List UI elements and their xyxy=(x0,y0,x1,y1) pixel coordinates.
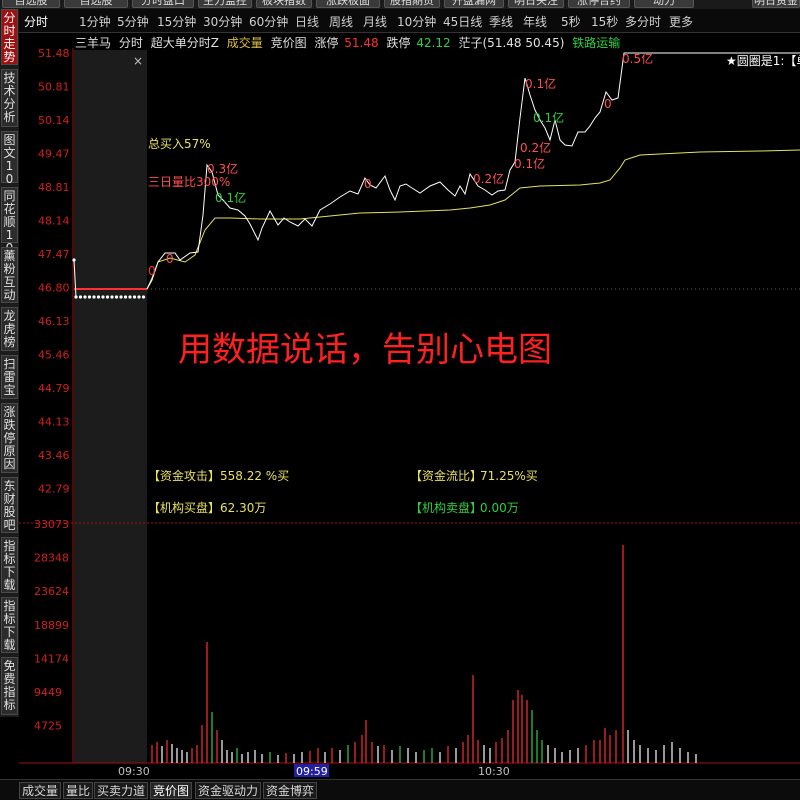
premarket-dot xyxy=(101,295,105,299)
time-label-0959: 09:59 xyxy=(296,765,328,778)
price-tick-label: 48.14 xyxy=(38,215,70,228)
event-marker: 0.5亿 xyxy=(622,51,653,66)
volume-axis: 33073 28348 23624 18899 14174 9449 4725 xyxy=(34,518,69,733)
price-tick-label: 43.46 xyxy=(38,449,70,462)
volume-ratio-annotation: 三日量比300% xyxy=(148,175,230,189)
event-marker: 0.1亿 xyxy=(533,110,564,125)
premarket-dot xyxy=(92,295,96,299)
price-tick-label: 50.81 xyxy=(38,81,70,94)
tab-buy-sell-power[interactable]: 买卖力道 xyxy=(94,782,149,799)
capital-attack-label: 【资金攻击】 xyxy=(148,468,220,483)
close-icon[interactable]: × xyxy=(133,54,143,68)
price-tick-label: 44.13 xyxy=(38,416,70,429)
volume-tick-label: 33073 xyxy=(34,518,69,531)
tab-volume[interactable]: 成交量 xyxy=(19,782,62,799)
event-markers: 0.3亿0.1亿000.2亿0.1亿0.1亿0.2亿0.1亿00.5亿0 xyxy=(148,51,653,278)
premarket-dot xyxy=(110,295,114,299)
capital-attack-value: 558.22 %买 xyxy=(220,469,289,483)
volume-tick-label: 9449 xyxy=(34,686,62,699)
event-marker: 0.1亿 xyxy=(215,190,246,205)
tab-capital-game[interactable]: 资金博弈 xyxy=(263,782,318,799)
average-price-line xyxy=(146,149,800,290)
price-tick-label: 46.13 xyxy=(38,315,70,328)
price-tick-label: 42.79 xyxy=(38,483,70,496)
volume-tick-label: 18899 xyxy=(34,619,69,632)
price-tick-label: 47.47 xyxy=(38,248,70,261)
tab-capital-drive[interactable]: 资金驱动力 xyxy=(195,782,262,799)
event-marker: 0.2亿 xyxy=(520,140,551,155)
price-tick-label: 48.81 xyxy=(38,181,70,194)
volume-tick-label: 28348 xyxy=(34,552,69,565)
premarket-dot xyxy=(128,295,132,299)
inst-sell-label: 【机构卖盘】 xyxy=(410,500,482,515)
premarket-dot xyxy=(119,295,123,299)
circle-note: ★圆圈是1:【单 xyxy=(726,54,800,68)
price-axis: 51.48 50.81 50.14 49.47 48.81 48.14 47.47 46.80… xyxy=(38,47,70,496)
event-marker: 0 xyxy=(604,97,612,111)
premarket-dot xyxy=(96,295,101,299)
tab-auction[interactable]: 竞价图 xyxy=(150,782,193,799)
volume-tick-label: 14174 xyxy=(34,652,69,665)
time-label-0930: 09:30 xyxy=(118,765,150,778)
volume-bars xyxy=(151,545,697,763)
premarket-dot xyxy=(137,295,141,299)
premarket-zone xyxy=(74,50,147,763)
price-tick-label: 46.80 xyxy=(38,282,70,295)
event-marker: 0.2亿 xyxy=(473,171,504,186)
event-marker: 0.3亿 xyxy=(207,161,238,176)
price-tick-label: 45.46 xyxy=(38,349,70,362)
event-marker: 0.1亿 xyxy=(525,76,556,91)
intraday-chart: × 51.48 50.81 50.14 49.47 48.81 48.14 47.47 46.… xyxy=(19,47,800,778)
tab-volume-ratio[interactable]: 量比 xyxy=(63,782,94,799)
price-tick-label: 51.48 xyxy=(38,47,70,60)
event-marker: 0 xyxy=(364,177,372,191)
volume-tick-label: 4725 xyxy=(34,720,62,733)
premarket-dot xyxy=(132,295,137,299)
bottom-tab-bar: 成交量 量比 买卖力道 竞价图 资金驱动力 资金博弈 xyxy=(0,779,800,800)
capital-flow-label: 【资金流比】 xyxy=(410,468,482,483)
event-marker: 0.1亿 xyxy=(514,156,545,171)
event-marker: 0 xyxy=(148,264,156,278)
premarket-dot xyxy=(87,295,92,299)
inst-sell-value: 0.00万 xyxy=(480,501,519,515)
time-label-1030: 10:30 xyxy=(478,765,510,778)
inst-buy-label: 【机构买盘】 xyxy=(148,500,220,515)
capital-flow-value: 71.25%买 xyxy=(480,469,538,483)
price-tick-label: 49.47 xyxy=(38,148,70,161)
price-tick-label: 50.14 xyxy=(38,114,70,127)
watermark-slogan: 用数据说话，告别心电图 xyxy=(178,330,552,370)
buy-ratio-annotation: 总买入57% xyxy=(148,137,211,151)
premarket-dot xyxy=(83,295,87,299)
premarket-dot xyxy=(123,295,128,299)
premarket-dot xyxy=(141,295,146,299)
price-line xyxy=(146,52,800,290)
premarket-dot xyxy=(78,295,83,299)
premarket-dot xyxy=(105,295,110,299)
inst-buy-value: 62.30万 xyxy=(220,501,266,515)
price-tick-label: 44.79 xyxy=(38,382,70,395)
volume-tick-label: 23624 xyxy=(34,585,69,598)
event-marker: 0 xyxy=(166,252,174,266)
premarket-dot xyxy=(114,295,119,299)
